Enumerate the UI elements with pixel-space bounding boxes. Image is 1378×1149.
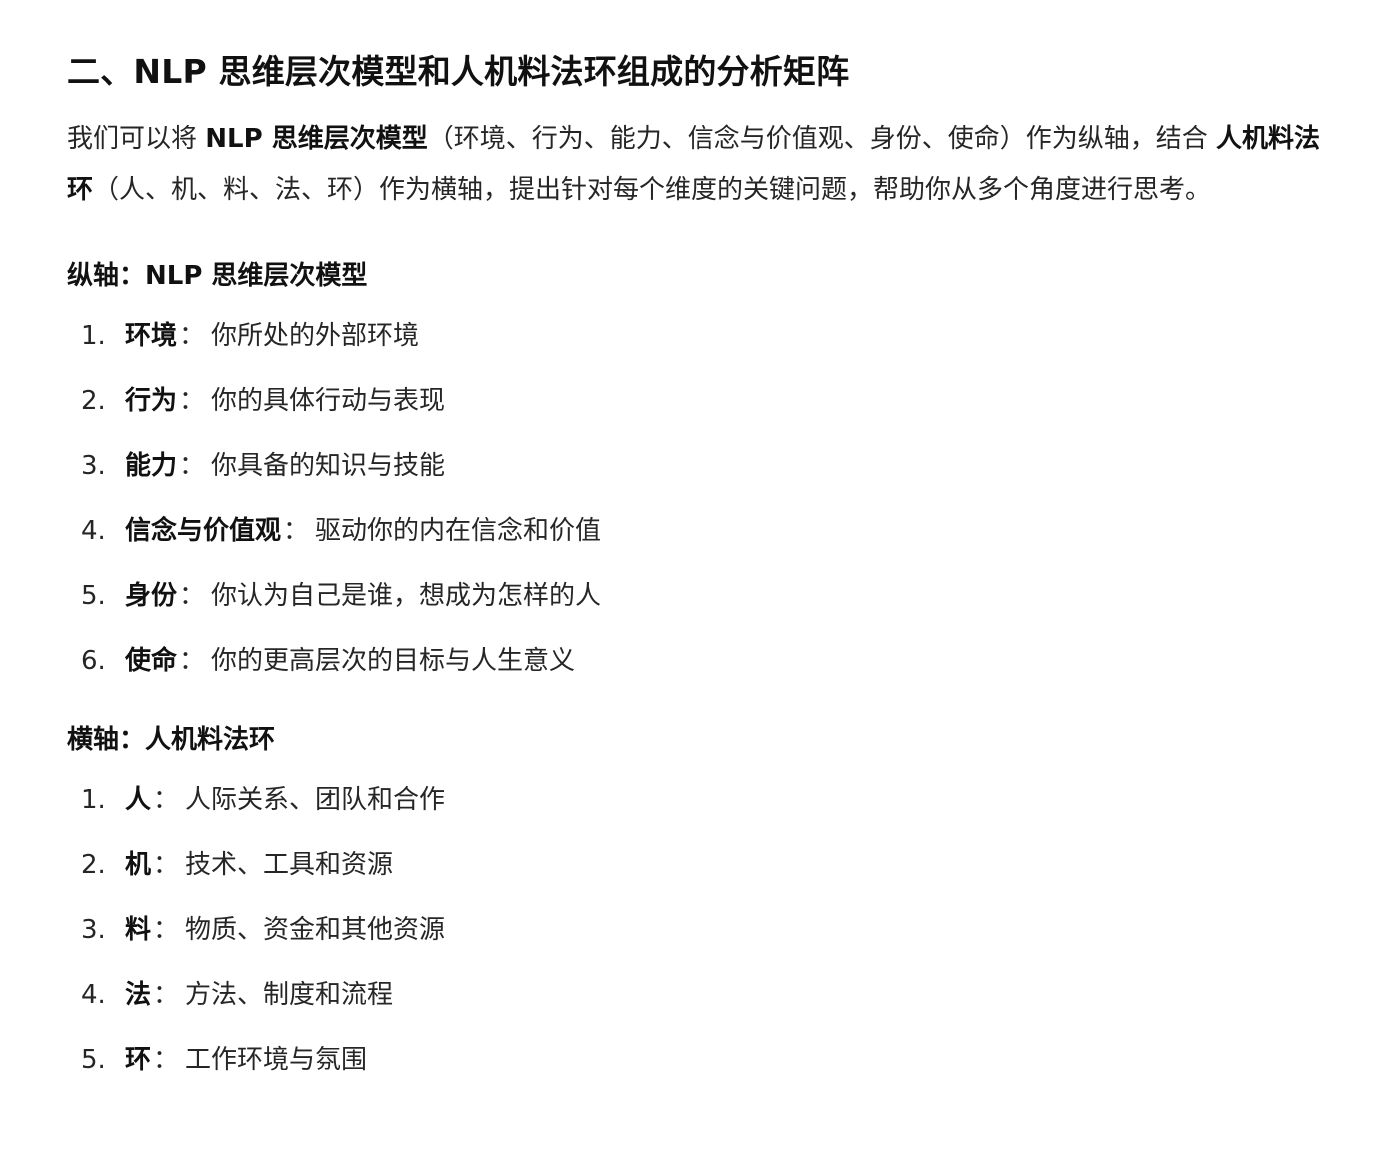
list-number: 5. (81, 1045, 106, 1075)
list-number: 4. (81, 980, 106, 1010)
document-page: 二、NLP 思维层次模型和人机料法环组成的分析矩阵 我们可以将 NLP 思维层次… (0, 0, 1378, 1149)
list-item: 4. 信念与价值观：驱动你的内在信念和价值 (67, 499, 1338, 564)
list-desc: 方法、制度和流程 (185, 980, 394, 1010)
list-number: 2. (81, 850, 106, 880)
list-term: 环境 (125, 321, 178, 351)
list-term: 料 (125, 915, 152, 945)
list-term: 能力 (125, 451, 178, 481)
list-number: 5. (81, 581, 106, 611)
list-colon: ： (283, 516, 310, 546)
list-number: 3. (81, 451, 106, 481)
list-number: 6. (81, 646, 106, 676)
intro-text-2: （环境、行为、能力、信念与价值观、身份、使命）作为纵轴，结合 (427, 124, 1216, 154)
list-colon: ： (153, 850, 180, 880)
horizontal-axis-title: 横轴：人机料法环 (67, 725, 276, 755)
list-colon: ： (179, 451, 206, 481)
list-desc: 人际关系、团队和合作 (185, 785, 446, 815)
intro-text-3: （人、机、料、法、环）作为横轴，提出针对每个维度的关键问题，帮助你从多个角度进行… (93, 175, 1212, 205)
list-desc: 你的更高层次的目标与人生意义 (211, 646, 576, 676)
intro-bold-nlp: NLP 思维层次模型 (205, 124, 428, 154)
list-desc: 驱动你的内在信念和价值 (315, 516, 602, 546)
horizontal-axis-list: 1. 人：人际关系、团队和合作 2. 机：技术、工具和资源 3. 料：物质、资金… (67, 768, 1338, 1093)
list-term: 行为 (125, 386, 178, 416)
vertical-axis-title: 纵轴：NLP 思维层次模型 (67, 261, 368, 291)
list-colon: ： (179, 321, 206, 351)
list-colon: ： (153, 915, 180, 945)
list-desc: 技术、工具和资源 (185, 850, 394, 880)
list-colon: ： (179, 646, 206, 676)
list-desc: 你所处的外部环境 (211, 321, 420, 351)
list-item: 1. 环境：你所处的外部环境 (67, 304, 1338, 369)
list-desc: 物质、资金和其他资源 (185, 915, 446, 945)
list-colon: ： (179, 386, 206, 416)
list-term: 法 (125, 980, 152, 1010)
list-number: 3. (81, 915, 106, 945)
list-item: 5. 身份：你认为自己是谁，想成为怎样的人 (67, 564, 1338, 629)
list-item: 3. 料：物质、资金和其他资源 (67, 898, 1338, 963)
list-colon: ： (179, 581, 206, 611)
list-desc: 你的具体行动与表现 (211, 386, 446, 416)
list-number: 2. (81, 386, 106, 416)
list-desc: 你认为自己是谁，想成为怎样的人 (211, 581, 602, 611)
list-term: 机 (125, 850, 152, 880)
list-term: 身份 (125, 581, 178, 611)
list-item: 1. 人：人际关系、团队和合作 (67, 768, 1338, 833)
list-term: 使命 (125, 646, 178, 676)
list-number: 1. (81, 321, 106, 351)
intro-paragraph: 我们可以将 NLP 思维层次模型（环境、行为、能力、信念与价值观、身份、使命）作… (67, 114, 1338, 216)
list-item: 6. 使命：你的更高层次的目标与人生意义 (67, 629, 1338, 694)
list-number: 1. (81, 785, 106, 815)
list-item: 2. 机：技术、工具和资源 (67, 833, 1338, 898)
vertical-axis-list: 1. 环境：你所处的外部环境 2. 行为：你的具体行动与表现 3. 能力：你具备… (67, 304, 1338, 694)
list-colon: ： (153, 785, 180, 815)
list-term: 环 (125, 1045, 152, 1075)
list-item: 4. 法：方法、制度和流程 (67, 963, 1338, 1028)
list-desc: 工作环境与氛围 (185, 1045, 368, 1075)
list-item: 5. 环：工作环境与氛围 (67, 1028, 1338, 1093)
list-number: 4. (81, 516, 106, 546)
list-term: 信念与价值观 (125, 516, 282, 546)
list-desc: 你具备的知识与技能 (211, 451, 446, 481)
intro-text-1: 我们可以将 (67, 124, 206, 154)
list-term: 人 (125, 785, 152, 815)
list-colon: ： (153, 980, 180, 1010)
list-colon: ： (153, 1045, 180, 1075)
section-heading: 二、NLP 思维层次模型和人机料法环组成的分析矩阵 (67, 52, 850, 91)
list-item: 3. 能力：你具备的知识与技能 (67, 434, 1338, 499)
list-item: 2. 行为：你的具体行动与表现 (67, 369, 1338, 434)
